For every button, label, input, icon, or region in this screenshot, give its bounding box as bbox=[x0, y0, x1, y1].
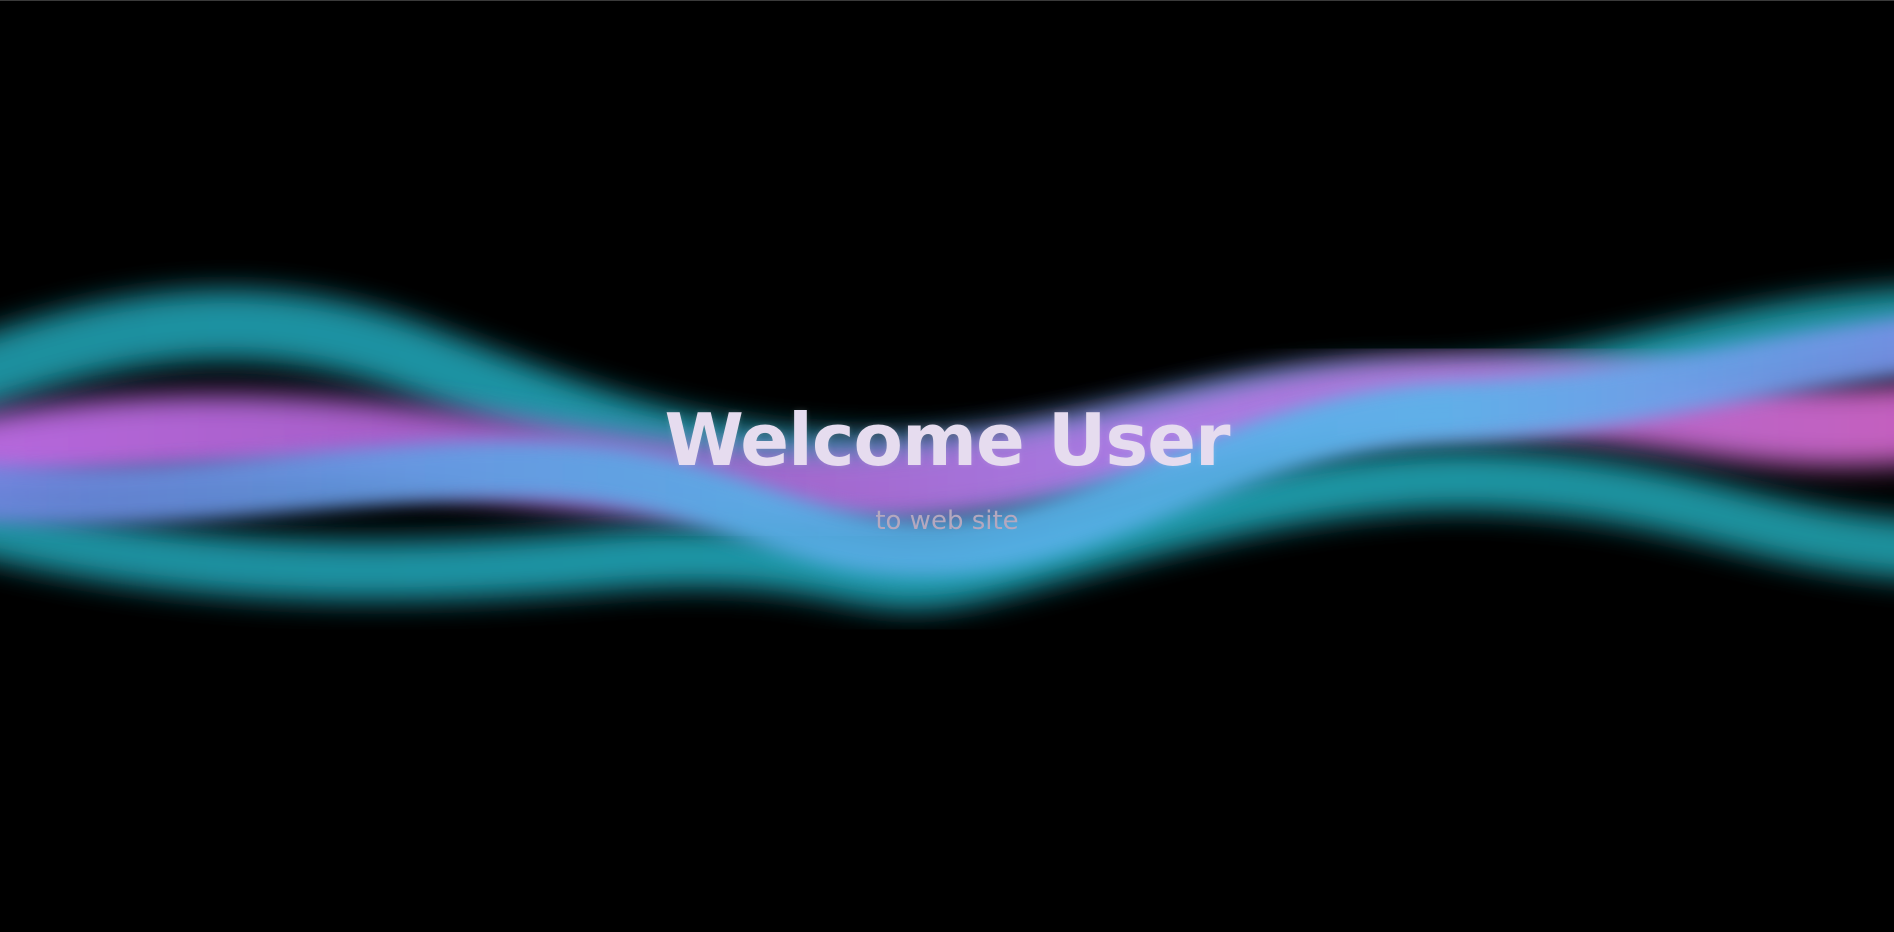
welcome-subtitle: to web site bbox=[875, 506, 1019, 536]
hero-section: Welcome User to web site bbox=[0, 1, 1894, 932]
welcome-title: Welcome User bbox=[664, 398, 1230, 482]
welcome-page: Welcome User to web site bbox=[0, 0, 1894, 932]
